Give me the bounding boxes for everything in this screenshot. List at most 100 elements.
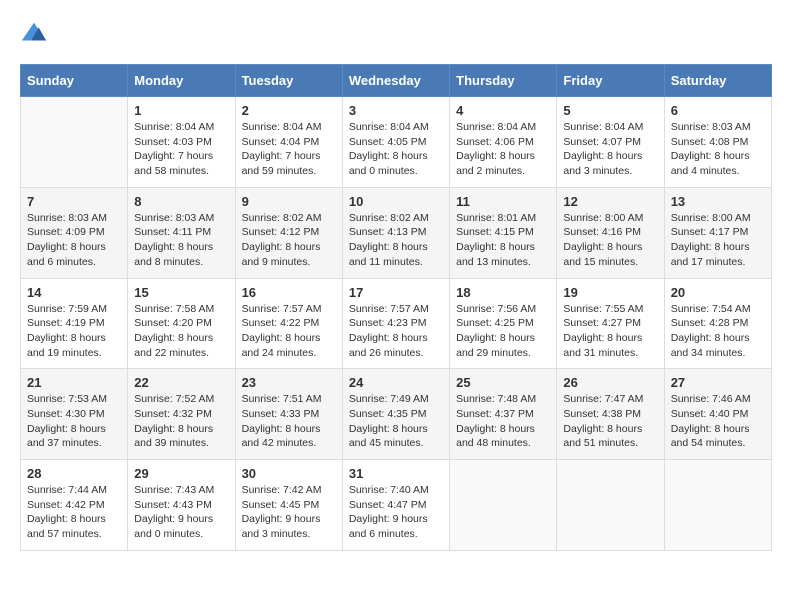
calendar-body: 1 Sunrise: 8:04 AMSunset: 4:03 PMDaylight… [21,97,772,551]
day-info: Sunrise: 7:44 AMSunset: 4:42 PMDaylight:… [27,483,121,542]
day-number: 20 [671,285,765,300]
day-info: Sunrise: 7:52 AMSunset: 4:32 PMDaylight:… [134,392,228,451]
calendar-cell: 11Sunrise: 8:01 AMSunset: 4:15 PMDayligh… [450,187,557,278]
calendar-cell: 19 Sunrise: 7:55 AMSunset: 4:27 PMDayligh… [557,278,664,369]
day-number: 19 [563,285,657,300]
calendar-cell: 2Sunrise: 8:04 AMSunset: 4:04 PMDaylight… [235,97,342,188]
calendar-cell: 3Sunrise: 8:04 AMSunset: 4:05 PMDaylight… [342,97,449,188]
day-info: Sunrise: 7:57 AMSunset: 4:23 PMDaylight:… [349,302,443,361]
day-info: Sunrise: 7:46 AMSunset: 4:40 PMDaylight:… [671,392,765,451]
day-number: 14 [27,285,121,300]
day-info: Sunrise: 7:43 AMSunset: 4:43 PMDaylight:… [134,483,228,542]
calendar-cell: 24 Sunrise: 7:49 AMSunset: 4:35 PMDayligh… [342,369,449,460]
calendar-cell: 29 Sunrise: 7:43 AMSunset: 4:43 PMDayligh… [128,460,235,551]
calendar-cell: 16 Sunrise: 7:57 AMSunset: 4:22 PMDayligh… [235,278,342,369]
calendar-cell [21,97,128,188]
day-info: Sunrise: 7:57 AMSunset: 4:22 PMDaylight:… [242,302,336,361]
day-info: Sunrise: 8:03 AMSunset: 4:11 PMDaylight:… [134,211,228,270]
day-number: 16 [242,285,336,300]
logo [20,20,52,48]
calendar-cell: 9 Sunrise: 8:02 AMSunset: 4:12 PMDaylight… [235,187,342,278]
day-info: Sunrise: 8:04 AMSunset: 4:06 PMDaylight:… [456,120,550,179]
calendar-cell: 22 Sunrise: 7:52 AMSunset: 4:32 PMDayligh… [128,369,235,460]
day-info: Sunrise: 8:04 AMSunset: 4:03 PMDaylight:… [134,120,228,179]
weekday-header: Monday [128,65,235,97]
calendar-week-row: 1 Sunrise: 8:04 AMSunset: 4:03 PMDaylight… [21,97,772,188]
calendar-cell: 28 Sunrise: 7:44 AMSunset: 4:42 PMDayligh… [21,460,128,551]
day-info: Sunrise: 8:02 AMSunset: 4:12 PMDaylight:… [242,211,336,270]
day-number: 21 [27,375,121,390]
day-number: 31 [349,466,443,481]
day-number: 25 [456,375,550,390]
calendar-cell: 12Sunrise: 8:00 AMSunset: 4:16 PMDayligh… [557,187,664,278]
day-info: Sunrise: 8:04 AMSunset: 4:07 PMDaylight:… [563,120,657,179]
day-info: Sunrise: 7:56 AMSunset: 4:25 PMDaylight:… [456,302,550,361]
weekday-header: Saturday [664,65,771,97]
day-number: 8 [134,194,228,209]
calendar-cell [557,460,664,551]
day-number: 24 [349,375,443,390]
calendar-cell [664,460,771,551]
day-number: 15 [134,285,228,300]
day-info: Sunrise: 8:03 AMSunset: 4:09 PMDaylight:… [27,211,121,270]
day-info: Sunrise: 7:54 AMSunset: 4:28 PMDaylight:… [671,302,765,361]
weekday-header: Sunday [21,65,128,97]
day-number: 30 [242,466,336,481]
day-number: 23 [242,375,336,390]
weekday-header: Wednesday [342,65,449,97]
day-number: 26 [563,375,657,390]
day-number: 4 [456,103,550,118]
calendar-cell: 7Sunrise: 8:03 AMSunset: 4:09 PMDaylight… [21,187,128,278]
day-number: 28 [27,466,121,481]
calendar-week-row: 14Sunrise: 7:59 AMSunset: 4:19 PMDayligh… [21,278,772,369]
weekday-row: SundayMondayTuesdayWednesdayThursdayFrid… [21,65,772,97]
calendar-cell [450,460,557,551]
calendar-header: SundayMondayTuesdayWednesdayThursdayFrid… [21,65,772,97]
day-number: 18 [456,285,550,300]
calendar-cell: 18 Sunrise: 7:56 AMSunset: 4:25 PMDayligh… [450,278,557,369]
calendar-cell: 30 Sunrise: 7:42 AMSunset: 4:45 PMDayligh… [235,460,342,551]
weekday-header: Friday [557,65,664,97]
day-number: 13 [671,194,765,209]
weekday-header: Thursday [450,65,557,97]
calendar-cell: 4 Sunrise: 8:04 AMSunset: 4:06 PMDaylight… [450,97,557,188]
calendar-week-row: 21 Sunrise: 7:53 AMSunset: 4:30 PMDayligh… [21,369,772,460]
calendar-cell: 26 Sunrise: 7:47 AMSunset: 4:38 PMDayligh… [557,369,664,460]
day-number: 5 [563,103,657,118]
calendar-cell: 5 Sunrise: 8:04 AMSunset: 4:07 PMDaylight… [557,97,664,188]
day-number: 22 [134,375,228,390]
calendar-cell: 20 Sunrise: 7:54 AMSunset: 4:28 PMDayligh… [664,278,771,369]
day-number: 6 [671,103,765,118]
calendar-cell: 21 Sunrise: 7:53 AMSunset: 4:30 PMDayligh… [21,369,128,460]
day-number: 10 [349,194,443,209]
day-number: 1 [134,103,228,118]
day-info: Sunrise: 8:02 AMSunset: 4:13 PMDaylight:… [349,211,443,270]
calendar-table: SundayMondayTuesdayWednesdayThursdayFrid… [20,64,772,551]
day-number: 29 [134,466,228,481]
day-info: Sunrise: 8:03 AMSunset: 4:08 PMDaylight:… [671,120,765,179]
day-number: 27 [671,375,765,390]
calendar-cell: 1 Sunrise: 8:04 AMSunset: 4:03 PMDaylight… [128,97,235,188]
day-number: 3 [349,103,443,118]
day-number: 17 [349,285,443,300]
day-info: Sunrise: 7:49 AMSunset: 4:35 PMDaylight:… [349,392,443,451]
day-info: Sunrise: 7:48 AMSunset: 4:37 PMDaylight:… [456,392,550,451]
day-info: Sunrise: 7:55 AMSunset: 4:27 PMDaylight:… [563,302,657,361]
day-info: Sunrise: 7:53 AMSunset: 4:30 PMDaylight:… [27,392,121,451]
weekday-header: Tuesday [235,65,342,97]
calendar-cell: 17 Sunrise: 7:57 AMSunset: 4:23 PMDayligh… [342,278,449,369]
day-info: Sunrise: 7:40 AMSunset: 4:47 PMDaylight:… [349,483,443,542]
day-info: Sunrise: 7:42 AMSunset: 4:45 PMDaylight:… [242,483,336,542]
day-info: Sunrise: 7:51 AMSunset: 4:33 PMDaylight:… [242,392,336,451]
day-number: 11 [456,194,550,209]
calendar-cell: 10 Sunrise: 8:02 AMSunset: 4:13 PMDayligh… [342,187,449,278]
calendar-week-row: 7Sunrise: 8:03 AMSunset: 4:09 PMDaylight… [21,187,772,278]
calendar-cell: 8 Sunrise: 8:03 AMSunset: 4:11 PMDaylight… [128,187,235,278]
day-info: Sunrise: 7:47 AMSunset: 4:38 PMDaylight:… [563,392,657,451]
logo-icon [20,20,48,48]
day-number: 9 [242,194,336,209]
day-number: 12 [563,194,657,209]
calendar-cell: 15 Sunrise: 7:58 AMSunset: 4:20 PMDayligh… [128,278,235,369]
day-info: Sunrise: 7:58 AMSunset: 4:20 PMDaylight:… [134,302,228,361]
calendar-cell: 14Sunrise: 7:59 AMSunset: 4:19 PMDayligh… [21,278,128,369]
